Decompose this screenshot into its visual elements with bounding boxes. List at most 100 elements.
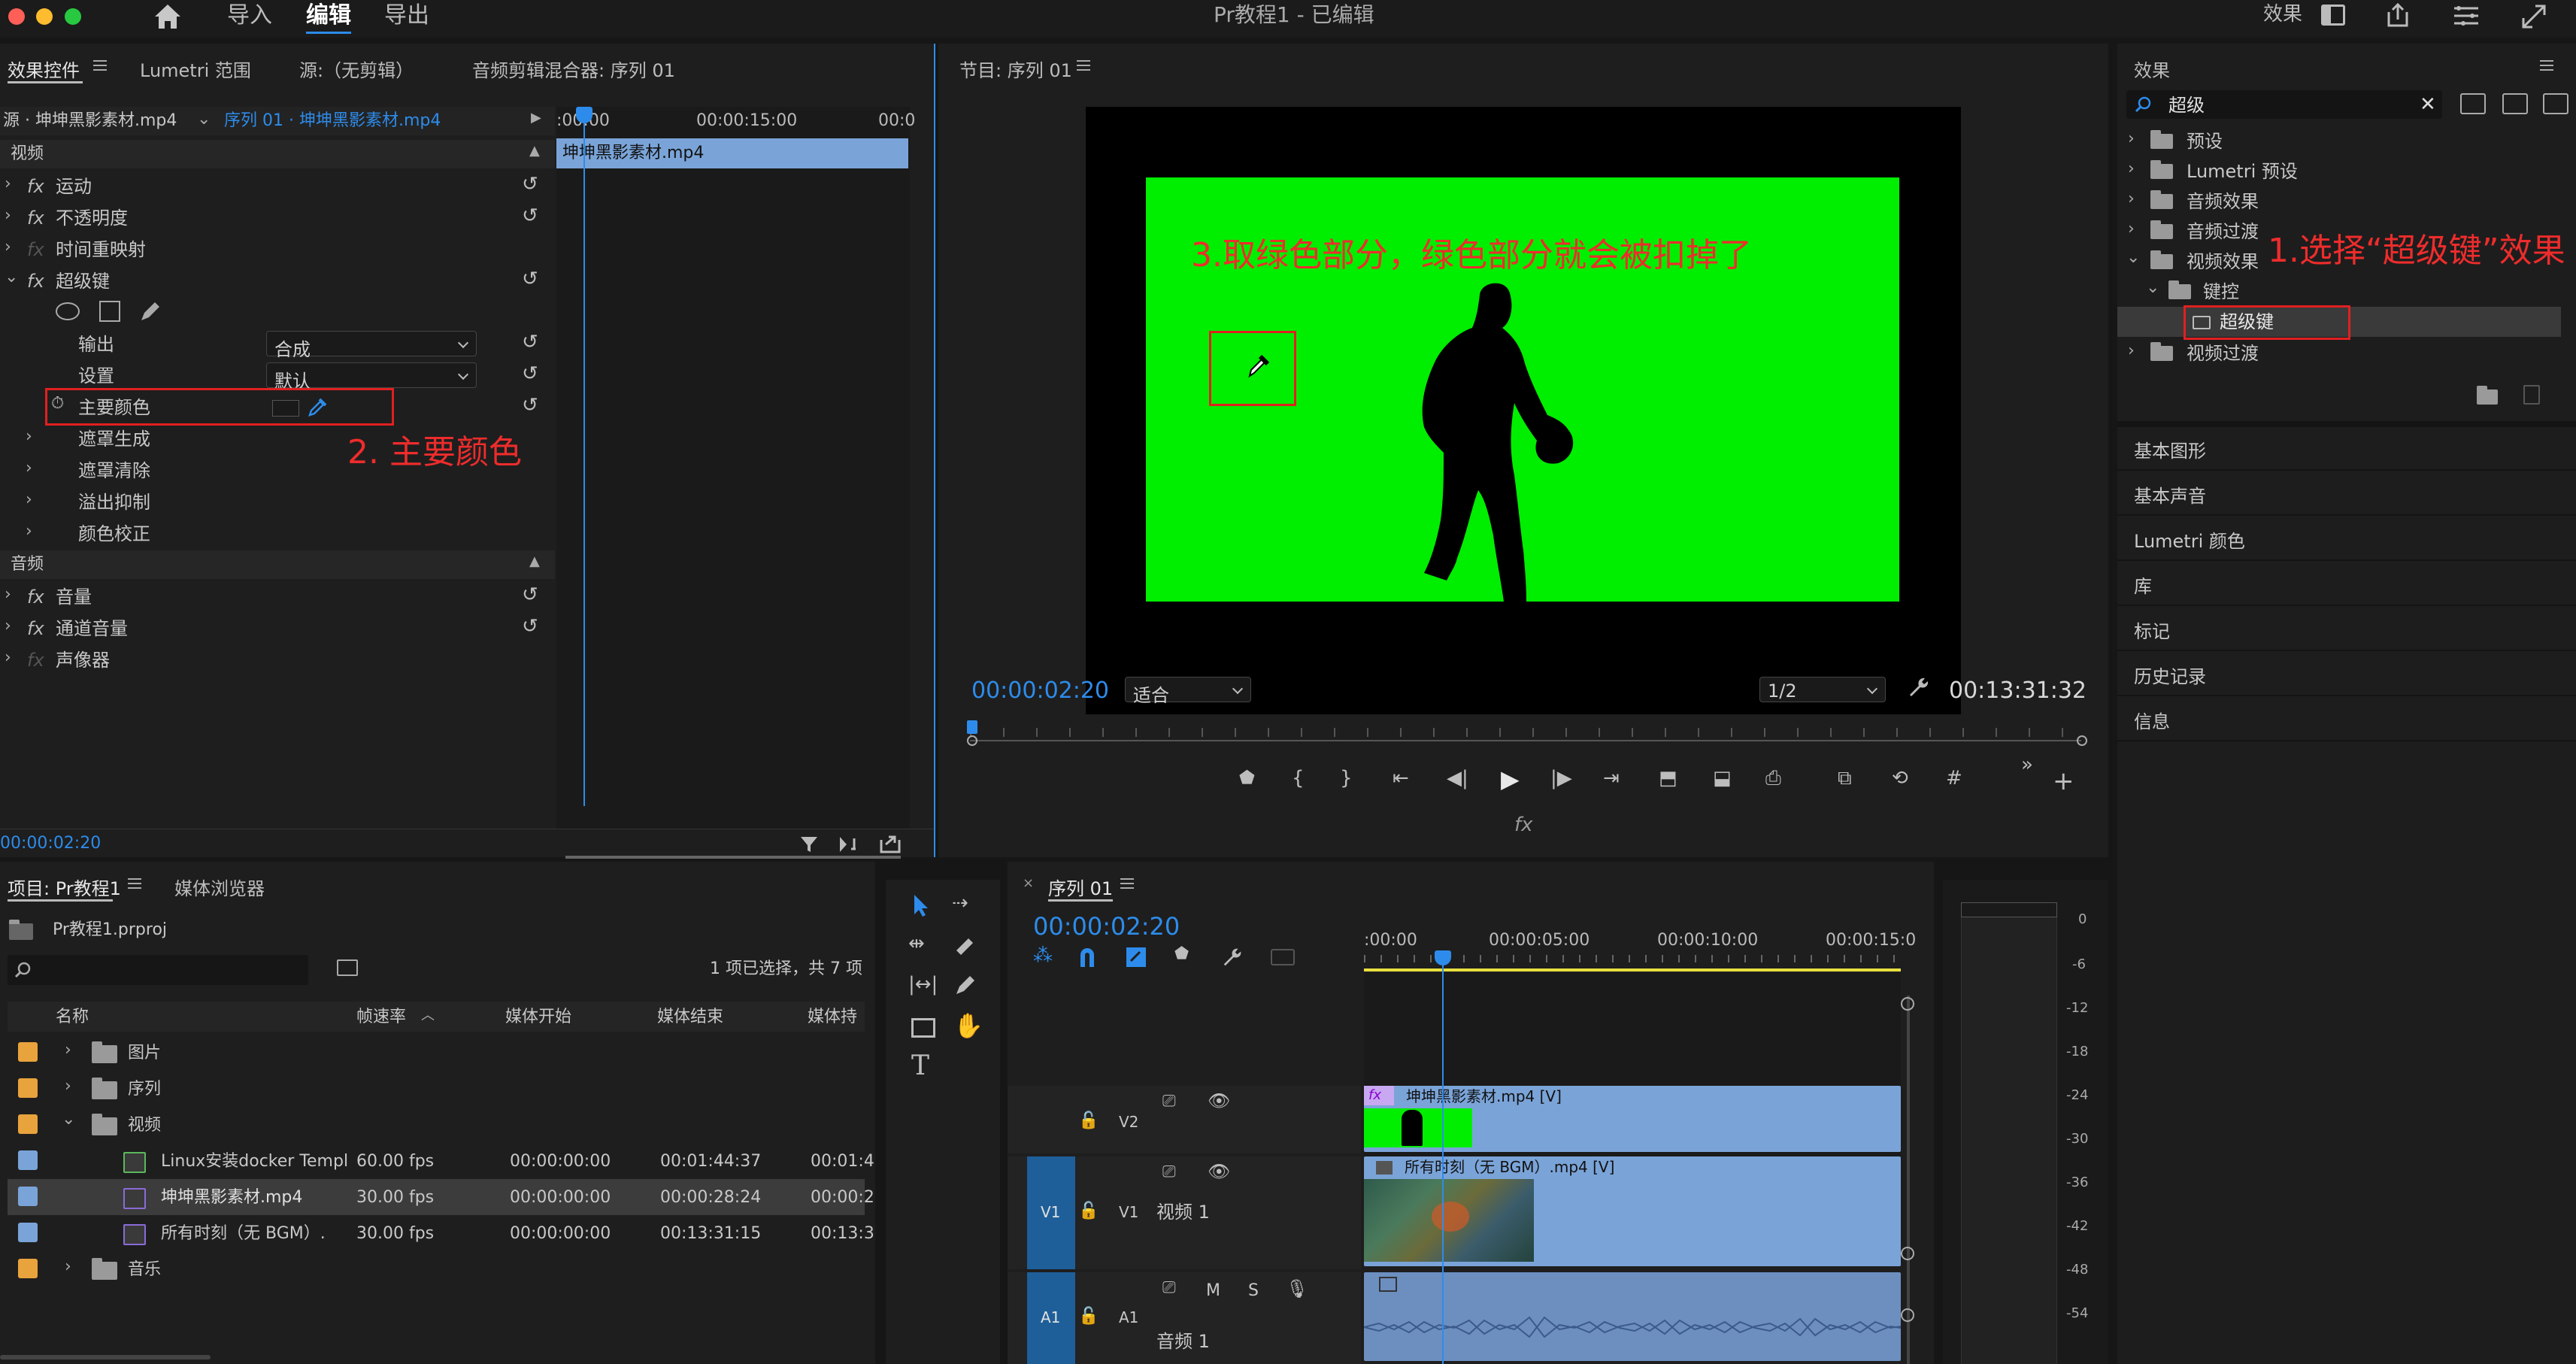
ripple-edit-icon[interactable]: ⇹ <box>908 934 925 953</box>
vr-toggle-icon[interactable]: ⟲ <box>1892 768 1908 788</box>
ellipse-mask-icon[interactable] <box>56 302 80 320</box>
reset-icon[interactable]: ↺ <box>522 174 538 194</box>
tab-export[interactable]: 导出 <box>384 5 429 27</box>
panel-menu-icon[interactable] <box>93 60 107 71</box>
add-marker-icon[interactable]: ⬟ <box>1174 946 1189 962</box>
reset-icon[interactable]: ↺ <box>522 269 538 289</box>
collapsed-section[interactable]: 历史记录 <box>2117 654 2576 696</box>
lift-icon[interactable]: ⬒ <box>1659 768 1677 788</box>
ec-playhead[interactable] <box>583 107 585 806</box>
fullscreen-icon[interactable] <box>2520 3 2547 30</box>
tree-item-video-transitions[interactable]: › 视频过渡 <box>2117 338 2576 368</box>
expand-icon[interactable]: › <box>26 460 32 477</box>
label-color-chip[interactable] <box>18 1114 38 1134</box>
program-playhead[interactable] <box>967 720 977 734</box>
collapsed-section[interactable]: 基本声音 <box>2117 474 2576 516</box>
lock-icon[interactable]: 🔓 <box>1078 1113 1099 1129</box>
razor-tool-icon[interactable] <box>952 932 977 958</box>
comparison-view-icon[interactable]: ⧉ <box>1838 768 1852 788</box>
nest-icon[interactable]: ⁂ <box>1033 946 1053 965</box>
sub-row[interactable]: › 颜色校正 <box>0 519 301 549</box>
program-timecode[interactable]: 00:00:02:20 <box>971 680 1109 702</box>
table-row-selected[interactable]: 坤坤黑影素材.mp4 30.00 fps 00:00:00:00 00:00:2… <box>8 1179 874 1215</box>
window-maximize-button[interactable] <box>65 8 81 25</box>
add-button-icon[interactable]: + <box>2053 768 2074 794</box>
mute-sync-icon[interactable]: ⎚ <box>1162 1280 1176 1296</box>
tree-item-presets[interactable]: › 预设 <box>2117 126 2576 156</box>
program-monitor-title[interactable]: 节目: 序列 01 <box>959 56 1072 82</box>
more-controls-icon[interactable]: » <box>2021 755 2033 774</box>
effect-row-panner[interactable]: › fx 声像器 <box>0 645 556 675</box>
window-close-button[interactable] <box>8 8 25 25</box>
reset-icon[interactable]: ↺ <box>522 364 538 383</box>
scroll-handle-left[interactable] <box>967 735 977 746</box>
fit-select[interactable]: 适合 <box>1125 677 1251 706</box>
add-marker-icon[interactable]: ⬟ <box>1239 768 1255 787</box>
expand-icon[interactable]: › <box>5 618 11 635</box>
effects-search-box[interactable]: 超级 ✕ <box>2126 90 2442 119</box>
tab-media-browser[interactable]: 媒体浏览器 <box>174 874 265 900</box>
new-bin-icon[interactable] <box>2477 386 2498 405</box>
audio-scrub-icon[interactable] <box>838 834 860 855</box>
table-row[interactable]: Linux安装docker Templ 60.00 fps 00:00:00:0… <box>8 1143 874 1179</box>
vscroll-handle-a1[interactable] <box>1901 1308 1914 1322</box>
column-header[interactable]: 名称 <box>56 1009 89 1026</box>
collapse-icon[interactable]: ⌄ <box>2126 250 2140 266</box>
scroll-handle-right[interactable] <box>2077 735 2087 746</box>
microphone-icon[interactable]: 🎙 <box>1286 1280 1308 1298</box>
effect-row-opacity[interactable]: › fx 不透明度 ↺ <box>0 203 556 233</box>
expand-icon[interactable]: › <box>5 587 11 603</box>
accelerated-filter-icon[interactable] <box>2460 93 2486 114</box>
collapse-icon[interactable]: ⌄ <box>5 269 18 286</box>
slip-tool-icon[interactable]: |↔| <box>908 975 938 994</box>
rectangle-mask-icon[interactable] <box>99 301 120 322</box>
camera-icon[interactable]: ⎙ <box>1765 768 1781 788</box>
effect-row-time-remap[interactable]: › fx 时间重映射 <box>0 235 556 265</box>
tab-project[interactable]: 项目: Pr教程1 <box>8 874 121 900</box>
collapse-up-icon[interactable]: ▲ <box>529 555 540 568</box>
sort-asc-icon[interactable]: ︿ <box>421 1009 435 1023</box>
window-minimize-button[interactable] <box>36 8 53 25</box>
timeline-title[interactable]: 序列 01 <box>1048 874 1113 900</box>
expand-icon[interactable]: › <box>5 239 11 256</box>
collapsed-section[interactable]: 库 <box>2117 564 2576 606</box>
tab-effect-controls[interactable]: 效果控件 <box>8 56 80 82</box>
table-row[interactable]: 所有时刻（无 BGM）. 30.00 fps 00:00:00:00 00:13… <box>8 1215 874 1251</box>
label-color-chip[interactable] <box>18 1259 38 1278</box>
sequence-label[interactable]: 序列 01 · 坤坤黑影素材.mp4 <box>224 113 441 129</box>
reset-icon[interactable]: ↺ <box>522 206 538 226</box>
hand-tool-icon[interactable]: ✋ <box>953 1014 983 1038</box>
pen-tool-icon[interactable] <box>952 973 977 999</box>
program-scrubber[interactable] <box>967 720 2087 750</box>
setting-select[interactable]: 默认 <box>266 362 477 392</box>
label-color-chip[interactable] <box>18 1187 38 1206</box>
wrench-icon[interactable] <box>1907 675 1931 699</box>
rectangle-tool-icon[interactable] <box>911 1018 935 1038</box>
sub-row[interactable]: › 遮罩清除 <box>0 456 301 486</box>
mark-in-icon[interactable]: { <box>1292 768 1305 788</box>
go-to-out-icon[interactable]: ⇥ <box>1603 768 1620 788</box>
share-icon[interactable] <box>2385 2 2411 29</box>
reset-icon[interactable]: ↺ <box>522 617 538 636</box>
yuv-filter-icon[interactable] <box>2543 93 2568 114</box>
workspace-label[interactable]: 效果 <box>2263 5 2302 24</box>
panel-menu-icon[interactable] <box>2540 60 2553 71</box>
expand-icon[interactable]: › <box>2128 161 2135 177</box>
column-header[interactable]: 媒体持 <box>808 1009 857 1026</box>
source-patch-v1[interactable]: V1 <box>1027 1156 1075 1269</box>
effect-row-channel-volume[interactable]: › fx 通道音量 ↺ <box>0 614 556 644</box>
clear-search-icon[interactable]: ✕ <box>2420 95 2436 114</box>
panel-menu-icon[interactable] <box>1077 60 1090 71</box>
32bit-filter-icon[interactable] <box>2502 93 2528 114</box>
sub-row[interactable]: › 溢出抑制 <box>0 487 301 517</box>
expand-icon[interactable]: › <box>65 1042 71 1059</box>
tree-item-audio-effects[interactable]: › 音频效果 <box>2117 186 2576 217</box>
label-color-chip[interactable] <box>18 1223 38 1242</box>
type-tool-icon[interactable]: T <box>911 1053 929 1080</box>
vscroll-handle-bottom[interactable] <box>1901 1247 1914 1260</box>
clip-a1[interactable] <box>1364 1272 1901 1361</box>
expand-icon[interactable]: › <box>2128 221 2135 238</box>
sync-lock-icon[interactable]: ⎚ <box>1162 1164 1176 1181</box>
expand-icon[interactable]: › <box>2128 343 2135 359</box>
expand-icon[interactable]: › <box>5 176 11 192</box>
